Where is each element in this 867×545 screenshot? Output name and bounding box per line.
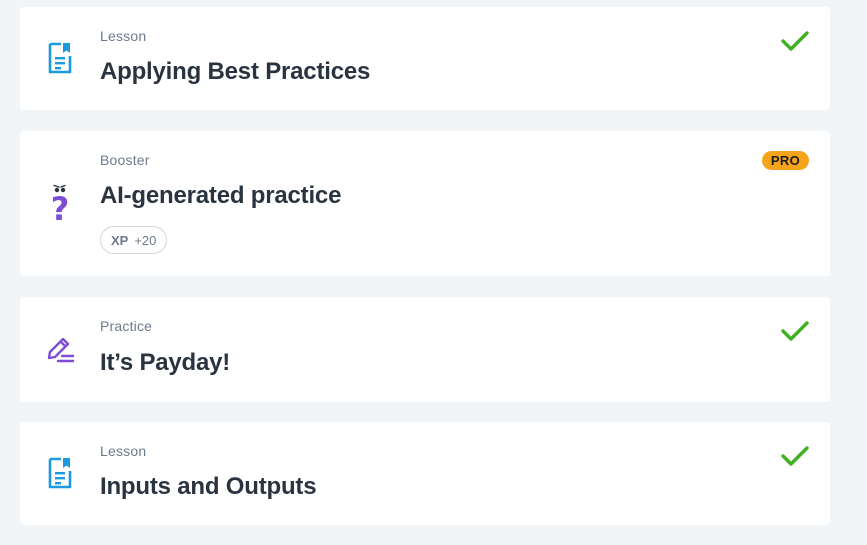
svg-text:?: ? <box>51 190 70 224</box>
lesson-document-icon <box>44 455 76 491</box>
content-list: Lesson Applying Best Practices ? Booster… <box>0 0 867 545</box>
checkmark-icon <box>781 446 809 466</box>
pro-badge: PRO <box>761 151 809 170</box>
list-item-ai-generated-practice[interactable]: ? Booster AI-generated practice PRO XP +… <box>20 131 830 276</box>
question-mark-icon: ? <box>44 184 76 224</box>
xp-reward-badge: XP +20 <box>100 226 168 254</box>
pencil-edit-icon <box>44 332 76 368</box>
list-item-applying-best-practices[interactable]: Lesson Applying Best Practices <box>20 7 830 110</box>
checkmark-icon <box>781 321 809 341</box>
checkmark-icon <box>781 31 809 51</box>
list-item-inputs-and-outputs[interactable]: Lesson Inputs and Outputs <box>20 422 830 525</box>
item-title: AI-generated practice <box>100 182 342 209</box>
item-title: Applying Best Practices <box>100 58 371 85</box>
xp-label: XP <box>111 232 129 248</box>
item-title: It’s Payday! <box>100 349 231 376</box>
item-type-label: Practice <box>100 318 153 334</box>
list-item-its-payday[interactable]: Practice It’s Payday! <box>20 297 830 402</box>
item-type-label: Lesson <box>100 28 147 44</box>
xp-value: +20 <box>134 232 157 248</box>
item-title: Inputs and Outputs <box>100 473 317 500</box>
item-type-label: Lesson <box>100 443 147 459</box>
item-type-label: Booster <box>100 152 150 168</box>
lesson-document-icon <box>44 40 76 76</box>
